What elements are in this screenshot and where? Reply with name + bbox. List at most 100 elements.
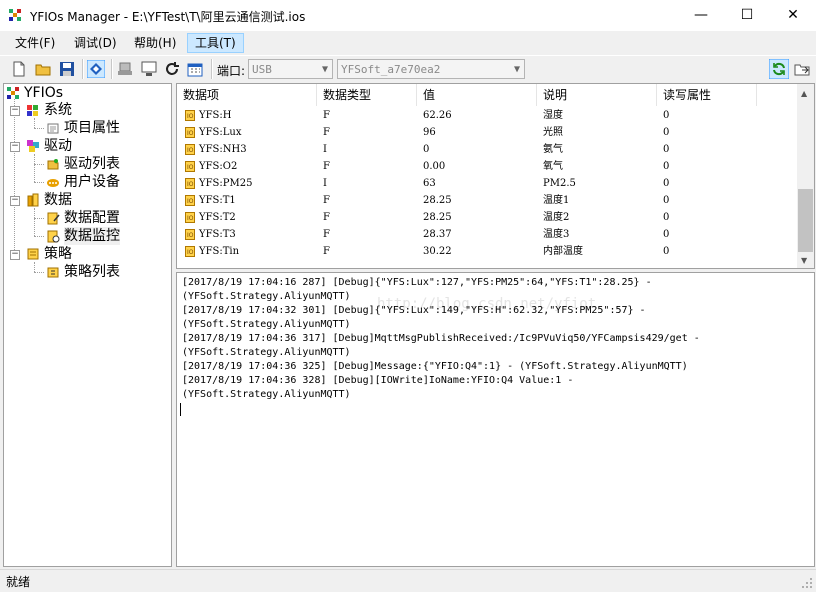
refresh-icon[interactable] bbox=[163, 60, 181, 78]
table-cell: 0.00 bbox=[423, 161, 446, 172]
table-cell: 氨气 bbox=[543, 144, 563, 155]
table-row[interactable]: IO YFS:NH3 I 0 氨气 0 bbox=[177, 141, 797, 158]
table-cell: 温度2 bbox=[543, 212, 570, 223]
table-cell: F bbox=[323, 161, 330, 172]
tree-node-data-config[interactable]: 数据配置 bbox=[64, 209, 120, 227]
device-select[interactable]: YFSoft_a7e70ea2 ▼ bbox=[337, 59, 525, 79]
table-cell: YFS:H bbox=[199, 110, 232, 121]
title-bar: YFIOs Manager - E:\YFTest\T\阿里云通信测试.ios … bbox=[0, 0, 816, 31]
port-label: 端口: bbox=[217, 64, 246, 78]
chevron-down-icon: ▼ bbox=[513, 64, 520, 75]
toolbar-separator bbox=[211, 59, 213, 79]
scroll-down-icon[interactable]: ▼ bbox=[801, 256, 807, 265]
table-row[interactable]: IO YFS:T1 F 28.25 温度1 0 bbox=[177, 192, 797, 209]
tree-node-user-devices[interactable]: 用户设备 bbox=[64, 173, 120, 191]
menu-help[interactable]: 帮助(H) bbox=[127, 34, 183, 52]
table-cell: 28.25 bbox=[423, 195, 452, 206]
table-row[interactable]: IO YFS:PM25 I 63 PM2.5 0 bbox=[177, 175, 797, 192]
table-cell: I bbox=[323, 144, 327, 155]
tree-connector bbox=[34, 164, 44, 165]
table-row[interactable]: IO YFS:T2 F 28.25 温度2 0 bbox=[177, 209, 797, 226]
tree-node-root[interactable]: YFIOs bbox=[24, 84, 63, 102]
tree-node-data[interactable]: 数据 bbox=[44, 191, 72, 209]
tree-node-strategy[interactable]: 策略 bbox=[44, 245, 72, 263]
table-cell: YFS:Lux bbox=[199, 127, 242, 138]
tree-node-system[interactable]: 系统 bbox=[44, 101, 72, 119]
tree-connector bbox=[14, 99, 15, 254]
table-row[interactable]: IO YFS:O2 F 0.00 氧气 0 bbox=[177, 158, 797, 175]
svg-text:IO: IO bbox=[187, 232, 194, 239]
export-folder-icon[interactable] bbox=[793, 60, 811, 78]
open-folder-icon[interactable] bbox=[34, 60, 52, 78]
driver-list-icon bbox=[47, 159, 59, 170]
collapse-icon[interactable]: − bbox=[10, 106, 20, 116]
resize-grip-icon[interactable] bbox=[801, 577, 813, 589]
table-cell: 0 bbox=[663, 229, 670, 240]
minimize-button[interactable]: — bbox=[678, 0, 724, 31]
log-panel[interactable]: http://blog.csdn.net/yfiot [2017/8/19 17… bbox=[176, 272, 815, 567]
toolbar: 端口: USB ▼ YFSoft_a7e70ea2 ▼ bbox=[0, 55, 816, 83]
grid-header: 数据项 数据类型 值 说明 读写属性 bbox=[177, 84, 797, 106]
tree-node-project-props[interactable]: 项目属性 bbox=[64, 119, 120, 137]
svg-text:IO: IO bbox=[187, 113, 194, 120]
tree-connector bbox=[34, 272, 44, 273]
menu-tools[interactable]: 工具(T) bbox=[187, 33, 244, 53]
maximize-button[interactable]: ☐ bbox=[724, 0, 770, 31]
status-bar: 就绪 bbox=[0, 569, 816, 592]
tree-connector bbox=[34, 118, 35, 128]
table-cell: F bbox=[323, 110, 330, 121]
new-file-icon[interactable] bbox=[10, 60, 28, 78]
table-cell: 0 bbox=[663, 144, 670, 155]
close-button[interactable]: ✕ bbox=[770, 0, 816, 31]
data-monitor-icon bbox=[47, 230, 60, 243]
collapse-icon[interactable]: − bbox=[10, 196, 20, 206]
tree-node-driver-list[interactable]: 驱动列表 bbox=[64, 155, 120, 173]
column-header[interactable]: 说明 bbox=[537, 84, 657, 106]
strategy-icon bbox=[27, 248, 39, 260]
download-device-icon[interactable] bbox=[116, 60, 134, 78]
table-cell: 0 bbox=[663, 178, 670, 189]
user-devices-icon bbox=[47, 179, 59, 187]
log-line: (YFSoft.Strategy.AliyunMQTT) bbox=[182, 319, 351, 330]
data-item-icon: IO bbox=[185, 178, 195, 189]
calendar-icon[interactable] bbox=[186, 60, 204, 78]
data-icon bbox=[27, 193, 39, 207]
grid-scrollbar[interactable]: ▲ ▼ bbox=[797, 84, 814, 268]
collapse-icon[interactable]: − bbox=[10, 142, 20, 152]
diamond-icon[interactable] bbox=[87, 60, 105, 78]
table-cell: 0 bbox=[663, 110, 670, 121]
table-row[interactable]: IO YFS:T3 F 28.37 温度3 0 bbox=[177, 226, 797, 243]
tree-connector bbox=[34, 182, 44, 183]
driver-icon bbox=[27, 140, 39, 152]
table-row[interactable]: IO YFS:Lux F 96 光照 0 bbox=[177, 124, 797, 141]
table-cell: YFS:O2 bbox=[199, 161, 238, 172]
save-icon[interactable] bbox=[58, 60, 76, 78]
tree-node-strategy-list[interactable]: 策略列表 bbox=[64, 263, 120, 281]
port-select[interactable]: USB ▼ bbox=[248, 59, 333, 79]
column-header[interactable]: 数据类型 bbox=[317, 84, 417, 106]
tree-node-driver[interactable]: 驱动 bbox=[44, 137, 72, 155]
menu-debug[interactable]: 调试(D) bbox=[67, 34, 124, 52]
column-header[interactable]: 读写属性 bbox=[657, 84, 757, 106]
table-cell: 0 bbox=[663, 127, 670, 138]
table-row[interactable]: IO YFS:H F 62.26 湿度 0 bbox=[177, 107, 797, 124]
table-row[interactable]: IO YFS:Tin F 30.22 内部温度 0 bbox=[177, 243, 797, 260]
scrollbar-thumb[interactable] bbox=[798, 189, 813, 252]
column-header[interactable]: 数据项 bbox=[177, 84, 317, 106]
project-tree: YFIOs − 系统 项目属性 − 驱动 驱动列表 用户设备 − 数据 数据配置… bbox=[3, 83, 172, 567]
table-cell: 63 bbox=[423, 178, 436, 189]
chevron-down-icon: ▼ bbox=[321, 64, 328, 75]
column-header[interactable]: 值 bbox=[417, 84, 537, 106]
table-cell: F bbox=[323, 212, 330, 223]
table-cell: 28.25 bbox=[423, 212, 452, 223]
sync-icon[interactable] bbox=[769, 59, 789, 79]
monitor-icon[interactable] bbox=[140, 60, 158, 78]
menu-file[interactable]: 文件(F) bbox=[8, 34, 62, 52]
tree-connector bbox=[34, 262, 35, 272]
scroll-up-icon[interactable]: ▲ bbox=[801, 89, 807, 98]
data-item-icon: IO bbox=[185, 195, 195, 206]
collapse-icon[interactable]: − bbox=[10, 250, 20, 260]
table-cell: 62.26 bbox=[423, 110, 452, 121]
device-select-value: YFSoft_a7e70ea2 bbox=[341, 63, 441, 76]
tree-node-data-monitor[interactable]: 数据监控 bbox=[64, 227, 120, 245]
